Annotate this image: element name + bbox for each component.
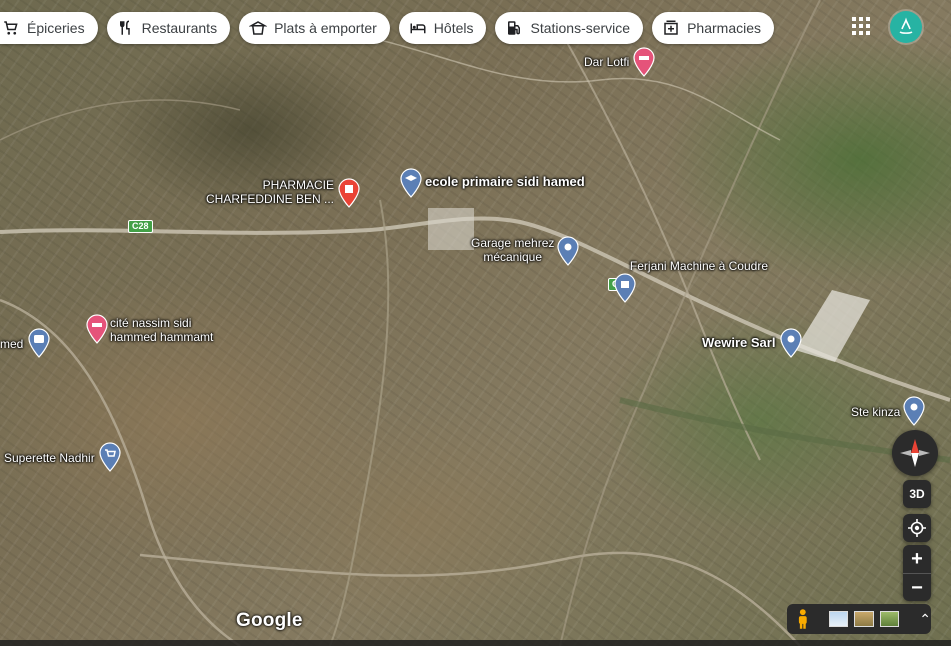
route-shield: C28 — [128, 220, 153, 233]
hotel-pin-icon[interactable] — [86, 314, 108, 344]
chip-plats-a-emporter[interactable]: Plats à emporter — [239, 12, 390, 44]
chip-hotels[interactable]: Hôtels — [398, 12, 487, 44]
pharmacy-icon — [662, 19, 680, 37]
apps-grid-icon — [852, 17, 870, 35]
grocery-pin-icon[interactable] — [99, 442, 121, 472]
poi-ste-kinza[interactable]: Ste kinza — [851, 396, 925, 426]
chip-pharmacies[interactable]: Pharmacies — [652, 12, 774, 44]
chip-label: Hôtels — [433, 20, 474, 36]
poi-label: Superette Nadhir — [4, 451, 95, 465]
expand-layers-button[interactable]: ⌃ — [919, 611, 931, 628]
poi-wewire[interactable]: Wewire Sarl — [702, 328, 803, 358]
pharmacy-pin-icon[interactable] — [338, 178, 360, 208]
layers-bar: ⌃ — [787, 604, 931, 634]
zoom-controls: + − — [903, 545, 931, 601]
compass-button[interactable] — [892, 430, 938, 476]
chip-label: Stations-service — [530, 20, 631, 36]
hotel-pin-icon[interactable] — [633, 47, 655, 77]
zoom-out-button[interactable]: − — [903, 574, 931, 602]
my-location-icon — [908, 519, 926, 537]
chip-restaurants[interactable]: Restaurants — [106, 12, 231, 44]
poi-pharmacie[interactable]: PHARMACIE CHARFEDDINE BEN ... — [206, 178, 360, 208]
map-footer-attribution — [0, 640, 951, 646]
zoom-in-button[interactable]: + — [903, 545, 931, 574]
chip-label: Plats à emporter — [274, 20, 377, 36]
place-pin-icon[interactable] — [557, 236, 579, 266]
bus-pin-icon[interactable] — [28, 328, 50, 358]
terrain-layer-thumbnail[interactable] — [854, 611, 874, 627]
poi-label: PHARMACIE CHARFEDDINE BEN ... — [206, 178, 334, 206]
compass-icon — [900, 439, 930, 467]
fuel-icon — [505, 19, 523, 37]
takeout-icon — [249, 19, 268, 37]
3d-toggle-button[interactable]: 3D — [903, 480, 931, 508]
poi-ferjani[interactable]: Ferjani Machine à Coudre — [614, 259, 768, 303]
my-location-button[interactable] — [903, 514, 931, 542]
satellite-layer-thumbnail[interactable] — [879, 611, 900, 627]
poi-label: ecole primaire sidi hamed — [425, 174, 585, 189]
poi-dar-lotfi[interactable]: Dar Lotfi — [584, 47, 655, 77]
poi-label: Wewire Sarl — [702, 335, 776, 350]
poi-cite-nassim[interactable]: cité nassim sidi hammed hammamt — [86, 314, 213, 344]
poi-label-line: cité nassim sidi — [110, 316, 192, 330]
school-pin-icon[interactable] — [400, 168, 422, 198]
chip-label: Pharmacies — [687, 20, 761, 36]
poi-hamed-partial[interactable]: med — [0, 328, 50, 358]
poi-label: Garage mehrez mécanique — [471, 236, 554, 264]
cart-icon — [2, 19, 20, 37]
chip-label: Restaurants — [141, 20, 218, 36]
poi-label-line: CHARFEDDINE BEN ... — [206, 192, 335, 206]
google-logo: Google — [236, 610, 303, 631]
poi-label: med — [0, 337, 24, 351]
poi-label-line: Garage mehrez — [471, 236, 555, 250]
poi-garage[interactable]: Garage mehrez mécanique — [471, 236, 579, 266]
chip-epiceries[interactable]: Épiceries — [0, 12, 98, 44]
chip-stations-service[interactable]: Stations-service — [495, 12, 644, 44]
shop-pin-icon[interactable] — [614, 273, 636, 303]
poi-label-line: mécanique — [483, 250, 543, 264]
chip-label: Épiceries — [27, 20, 85, 36]
apps-grid-button[interactable] — [847, 12, 875, 40]
fork-knife-icon — [117, 19, 135, 37]
poi-ecole[interactable]: ecole primaire sidi hamed — [400, 168, 585, 198]
avatar-icon — [899, 17, 913, 34]
place-pin-icon[interactable] — [780, 328, 803, 358]
poi-label-line: hammed hammamt — [110, 330, 214, 344]
satellite-map[interactable]: C28 C28 Dar Lotfi PHARMACIE CHARFEDDINE … — [0, 0, 951, 646]
poi-label: Ferjani Machine à Coudre — [629, 259, 768, 273]
poi-superette[interactable]: Superette Nadhir — [4, 442, 121, 472]
map-layer-thumbnail[interactable] — [828, 611, 849, 627]
poi-label: Ste kinza — [851, 405, 901, 419]
poi-label: Dar Lotfi — [584, 55, 630, 69]
poi-label: cité nassim sidi hammed hammamt — [110, 316, 213, 344]
poi-label-line: PHARMACIE — [262, 178, 335, 192]
bed-icon — [409, 19, 427, 37]
account-avatar[interactable] — [890, 11, 922, 43]
category-chips: Épiceries Restaurants Plats à emporter H… — [0, 12, 774, 44]
place-pin-icon[interactable] — [903, 396, 925, 426]
pegman-icon[interactable] — [795, 608, 811, 630]
